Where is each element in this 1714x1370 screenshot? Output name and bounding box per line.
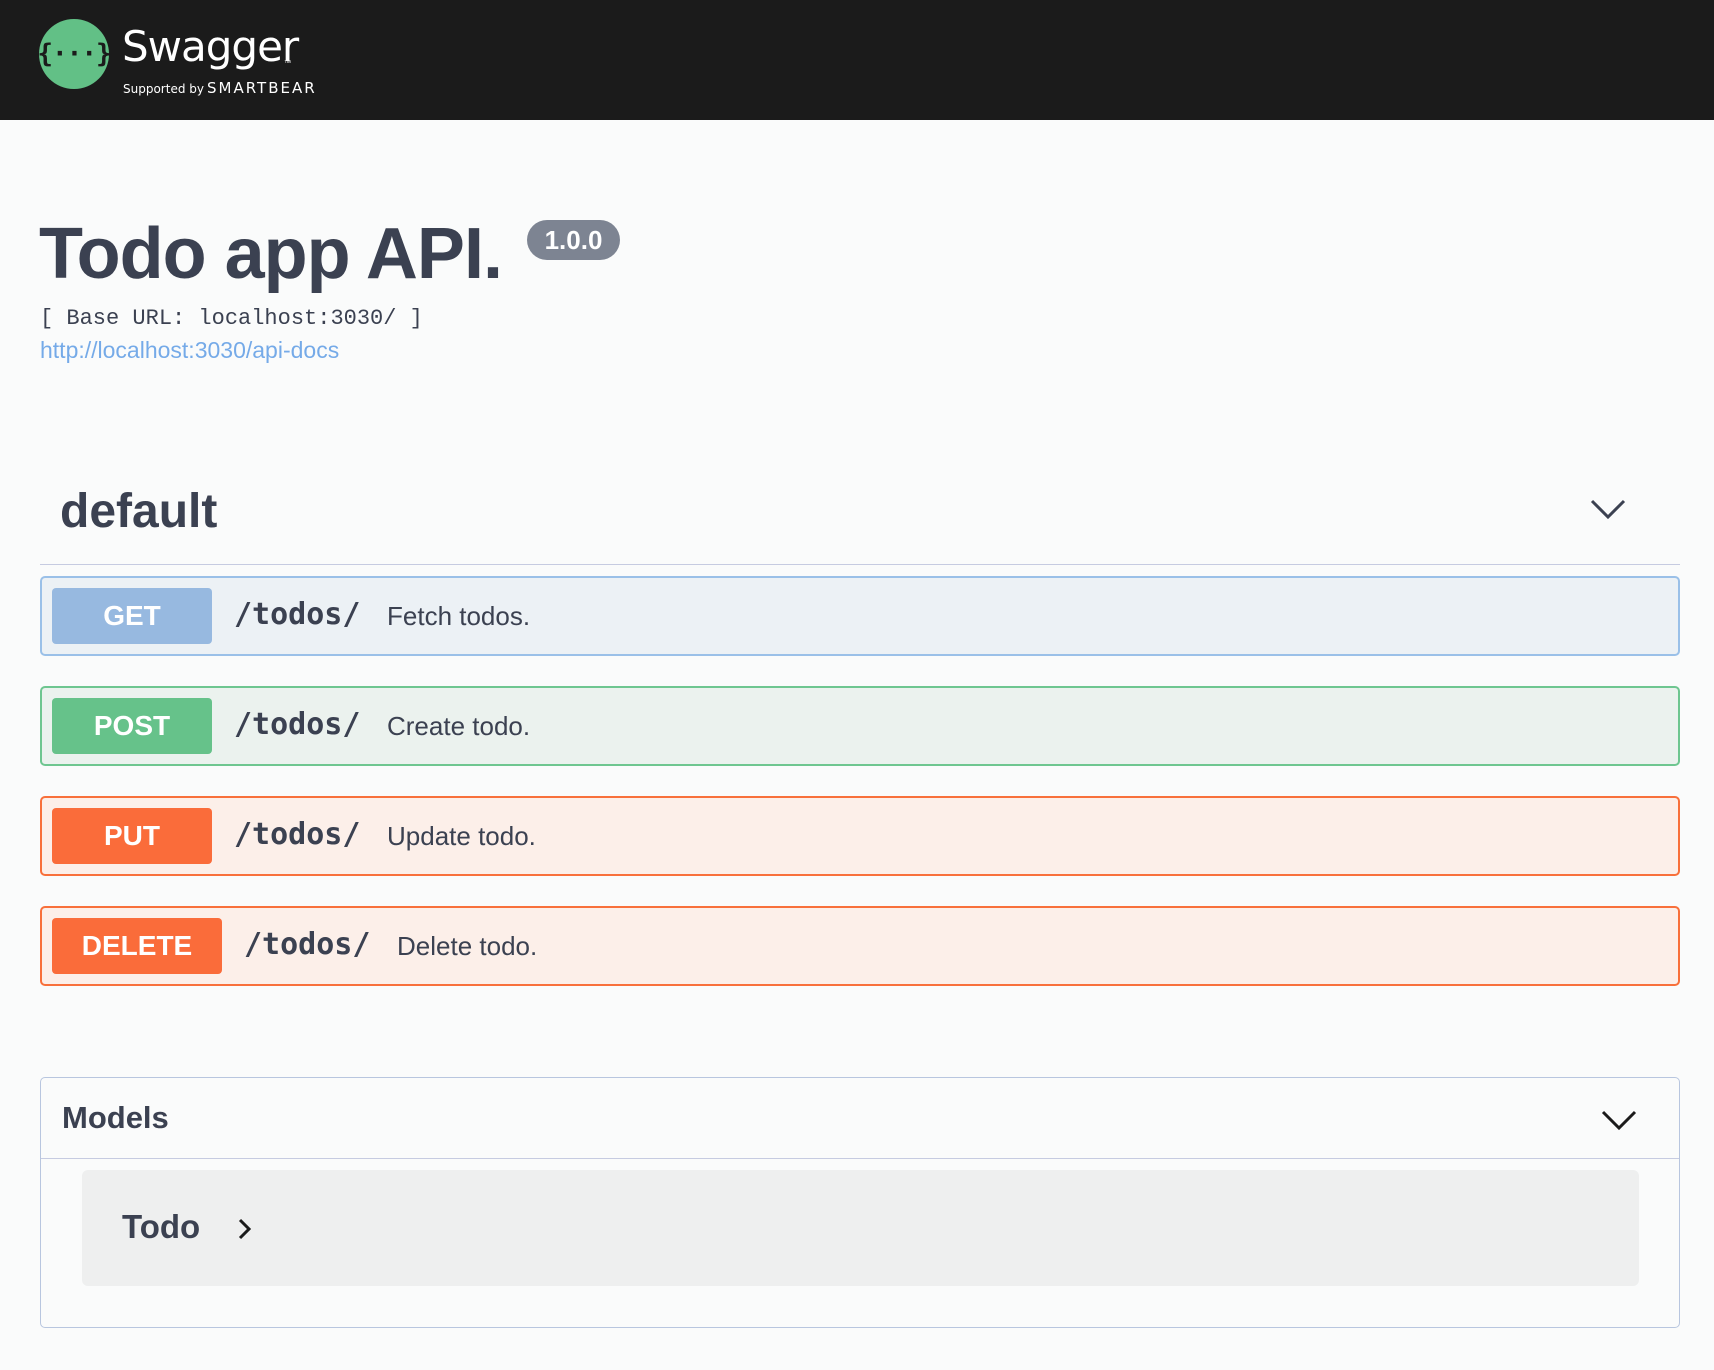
operation-path: /todos/ — [244, 927, 371, 962]
operation-post-todos[interactable]: POST /todos/ Create todo. — [40, 686, 1680, 766]
smartbear-logo: SMARTBEAR — [207, 79, 317, 97]
brand-name[interactable]: Swagger — [122, 26, 299, 68]
method-badge-post: POST — [52, 698, 212, 754]
operation-summary: Update todo. — [387, 821, 536, 851]
model-name: Todo — [122, 1208, 201, 1245]
top-bar: {···} Swagger ™ Supported by SMARTBEAR — [0, 0, 1714, 120]
chevron-down-icon[interactable] — [1588, 494, 1628, 524]
method-badge-get: GET — [52, 588, 212, 644]
page-title: Todo app API. — [39, 214, 503, 294]
api-docs-link[interactable]: http://localhost:3030/api-docs — [40, 337, 339, 364]
operation-summary: Create todo. — [387, 711, 531, 741]
operation-put-todos[interactable]: PUT /todos/ Update todo. — [40, 796, 1680, 876]
operation-summary: Delete todo. — [397, 931, 538, 961]
logo-glyph: {···} — [37, 39, 111, 69]
supported-by-text: Supported by — [123, 82, 204, 96]
tag-divider — [40, 564, 1680, 565]
operation-get-todos[interactable]: GET /todos/ Fetch todos. — [40, 576, 1680, 656]
chevron-right-icon[interactable] — [237, 1216, 253, 1242]
operation-path: /todos/ — [234, 707, 361, 742]
swagger-logo-icon[interactable]: {···} — [37, 19, 112, 89]
method-badge-delete: DELETE — [52, 918, 222, 974]
version-badge: 1.0.0 — [527, 220, 620, 260]
models-section: Models Todo — [40, 1077, 1680, 1328]
chevron-down-icon[interactable] — [1600, 1106, 1638, 1134]
trademark: ™ — [284, 60, 291, 67]
operation-path: /todos/ — [234, 597, 361, 632]
method-badge-put: PUT — [52, 808, 212, 864]
models-divider — [41, 1158, 1679, 1159]
operation-path: /todos/ — [234, 817, 361, 852]
operation-summary: Fetch todos. — [387, 601, 531, 631]
base-url: [ Base URL: localhost:3030/ ] — [40, 306, 423, 331]
tag-default-title[interactable]: default — [60, 488, 217, 536]
operation-delete-todos[interactable]: DELETE /todos/ Delete todo. — [40, 906, 1680, 986]
models-title[interactable]: Models — [62, 1100, 169, 1136]
model-todo[interactable]: Todo — [82, 1170, 1639, 1286]
